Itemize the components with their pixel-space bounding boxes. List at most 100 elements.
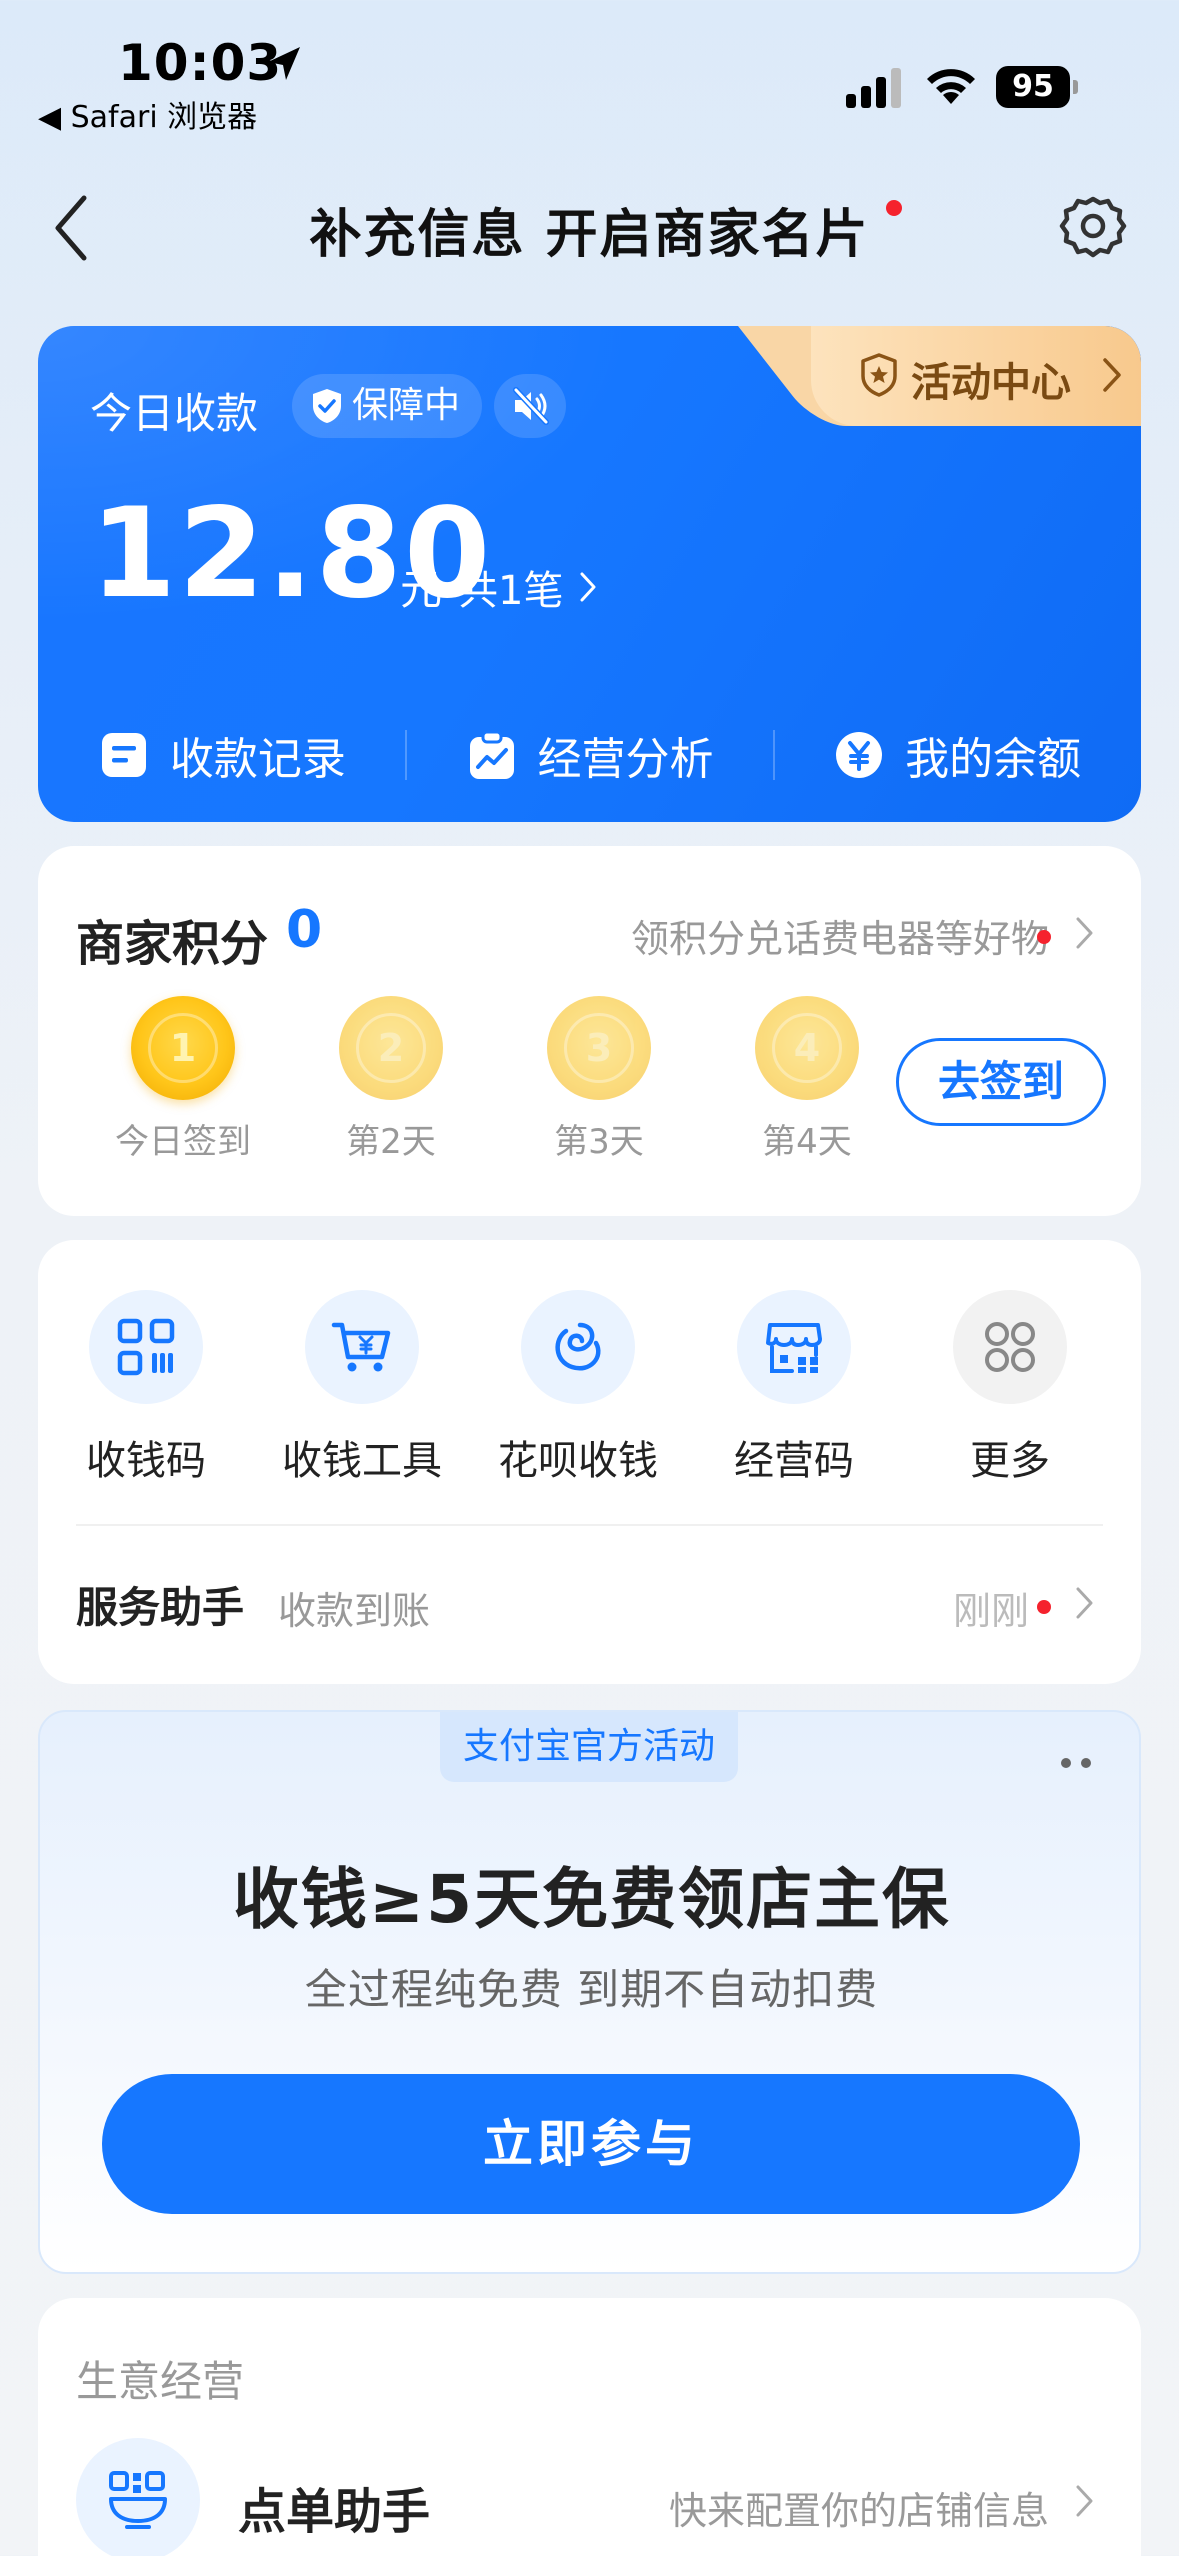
cart-yuan-icon	[331, 1322, 391, 1372]
voice-broadcast-toggle[interactable]	[494, 374, 566, 438]
chevron-right-icon[interactable]	[1075, 2484, 1095, 2518]
promo-card: 支付宝官方活动 收钱≥5天免费领店主保 全过程纯免费 到期不自动扣费 立即参与	[38, 1710, 1141, 2274]
gold-coin-icon: 2	[339, 996, 443, 1100]
business-operations-card: 生意经营 点单助手 快来配置你的店铺信息	[38, 2298, 1141, 2556]
protection-status-label: 保障中	[352, 385, 461, 426]
analysis-icon	[469, 730, 514, 779]
receipt-icon	[101, 733, 146, 777]
tool-icon-circle	[521, 1290, 635, 1404]
chevron-right-icon[interactable]	[1075, 916, 1095, 950]
status-bar: 10:03 ◀ Safari 浏览器 95	[0, 0, 1179, 150]
amount-unit: 元	[400, 565, 443, 614]
tool-label: 花呗收钱	[498, 1438, 658, 1484]
gold-coin-icon: 1	[131, 996, 235, 1100]
notification-dot	[1037, 1600, 1051, 1614]
tool-more[interactable]: 更多	[902, 1290, 1118, 1486]
tool-store-code[interactable]: 经营码	[686, 1290, 902, 1486]
action-divider	[773, 730, 775, 780]
tool-huabei[interactable]: 花呗收钱	[470, 1290, 686, 1486]
notification-dot	[1037, 930, 1051, 944]
earnings-actions: 收款记录 经营分析 我的余额	[38, 700, 1141, 810]
title-notification-dot	[886, 200, 902, 216]
my-balance-label: 我的余额	[905, 734, 1082, 785]
tool-label: 收钱工具	[282, 1438, 442, 1484]
signin-button[interactable]: 去签到	[896, 1038, 1106, 1126]
signin-day-label: 今日签到	[115, 1122, 251, 1162]
speaker-muted-icon	[513, 387, 549, 425]
signin-day-label: 第2天	[346, 1122, 436, 1162]
service-assistant-title[interactable]: 服务助手	[76, 1574, 244, 1635]
promo-title: 收钱≥5天免费领店主保	[232, 1861, 951, 1938]
shield-check-icon	[313, 389, 341, 423]
chevron-right-icon	[1103, 358, 1121, 392]
merchant-tools-card: 收钱码 收钱工具 花呗收钱 经营码 更多 服务助手 收款到账 刚刚	[38, 1240, 1141, 1684]
payment-records-button[interactable]: 收款记录	[38, 700, 406, 810]
merchant-points-value: 0	[286, 900, 323, 960]
coin-number: 1	[148, 1013, 218, 1083]
coin-number: 2	[356, 1013, 426, 1083]
yuan-icon	[836, 732, 883, 778]
battery-indicator: 95	[996, 66, 1078, 108]
points-rewards-link[interactable]: 领积分兑话费电器等好物	[631, 908, 1049, 963]
activity-center-button[interactable]: 活动中心	[811, 326, 1141, 426]
order-assistant-icon	[109, 2471, 167, 2529]
order-assistant-title[interactable]: 点单助手	[238, 2472, 430, 2542]
tool-icon-circle	[953, 1290, 1067, 1404]
today-earnings-card[interactable]: 活动中心 今日收款 保障中 12.80 元 共1笔 收款记录 经营分析 我的余额	[38, 326, 1141, 822]
gold-coin-icon: 4	[755, 996, 859, 1100]
tool-label: 经营码	[734, 1438, 854, 1484]
chevron-right-icon	[580, 572, 596, 602]
payment-records-label: 收款记录	[169, 734, 346, 785]
coin-number: 3	[564, 1013, 634, 1083]
wifi-icon	[927, 69, 975, 104]
divider	[76, 1524, 1103, 1526]
action-divider	[405, 730, 407, 780]
protection-status-badge[interactable]: 保障中	[292, 374, 483, 438]
location-arrow-icon	[268, 47, 300, 80]
tool-icon-circle	[737, 1290, 851, 1404]
promo-tag: 支付宝官方活动	[440, 1712, 738, 1782]
transaction-count-link[interactable]: 共1笔	[458, 558, 597, 616]
signin-day-label: 第3天	[554, 1122, 644, 1162]
merchant-points-title: 商家积分	[76, 916, 269, 972]
more-dots-icon[interactable]	[1059, 1756, 1095, 1770]
tool-qr-code[interactable]: 收钱码	[38, 1290, 254, 1486]
transaction-count: 共1笔	[458, 568, 564, 614]
battery-level: 95	[996, 66, 1070, 108]
tool-icon-circle	[305, 1290, 419, 1404]
activity-badge-icon	[861, 353, 897, 397]
more-grid-icon	[985, 1322, 1035, 1372]
settings-gear-icon[interactable]	[1056, 190, 1130, 264]
today-earnings-label: 今日收款	[90, 389, 259, 438]
tool-payment-tools[interactable]: 收钱工具	[254, 1290, 470, 1486]
activity-center-label: 活动中心	[911, 360, 1071, 406]
service-assistant-message[interactable]: 收款到账	[278, 1580, 430, 1635]
qr-code-icon	[117, 1318, 175, 1376]
cellular-signal-icon	[846, 68, 901, 108]
join-now-button[interactable]: 立即参与	[102, 2074, 1080, 2214]
business-analysis-button[interactable]: 经营分析	[406, 700, 774, 810]
coin-number: 4	[772, 1013, 842, 1083]
status-time: 10:03	[118, 34, 283, 92]
signin-day-3: 3 第3天	[514, 996, 684, 1163]
tool-label: 收钱码	[86, 1438, 206, 1484]
huabei-icon	[555, 1322, 601, 1371]
service-assistant-time: 刚刚	[952, 1589, 1029, 1633]
page-title[interactable]: 补充信息 开启商家名片	[0, 192, 1179, 267]
order-assistant-icon-circle[interactable]	[76, 2438, 200, 2556]
battery-tip	[1073, 80, 1078, 94]
merchant-points-card: 商家积分 0 领积分兑话费电器等好物 1 今日签到 2 第2天 3 第3天 4 …	[38, 846, 1141, 1216]
gold-coin-icon: 3	[547, 996, 651, 1100]
order-assistant-hint[interactable]: 快来配置你的店铺信息	[669, 2480, 1049, 2535]
tool-label: 更多	[970, 1438, 1050, 1484]
my-balance-button[interactable]: 我的余额	[773, 700, 1141, 810]
chevron-right-icon[interactable]	[1075, 1586, 1095, 1620]
tool-icon-circle	[89, 1290, 203, 1404]
signin-day-4: 4 第4天	[722, 996, 892, 1163]
signin-day-1: 1 今日签到	[98, 996, 268, 1163]
back-to-safari-link[interactable]: ◀ Safari 浏览器	[38, 92, 257, 136]
store-code-icon	[766, 1323, 822, 1373]
signin-day-2: 2 第2天	[306, 996, 476, 1163]
business-analysis-label: 经营分析	[537, 734, 714, 785]
signin-day-label: 第4天	[762, 1122, 852, 1162]
